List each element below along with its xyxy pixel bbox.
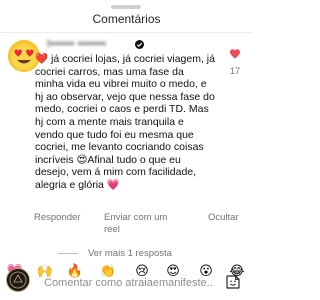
sheet-title: Comentários bbox=[92, 12, 161, 26]
heart-emoji: ❤️ bbox=[35, 53, 49, 65]
like-count: 17 bbox=[229, 66, 240, 76]
heart-eyes-emoji: 😍 bbox=[76, 153, 88, 166]
view-more-replies[interactable]: Ver mais 1 resposta bbox=[58, 247, 172, 259]
verified-badge-icon bbox=[135, 40, 144, 49]
send-with-reel-button[interactable]: Enviar com um reel bbox=[104, 212, 184, 236]
reply-button[interactable]: Responder bbox=[34, 212, 80, 224]
sheet-drag-handle[interactable] bbox=[111, 5, 141, 9]
current-user-avatar[interactable] bbox=[6, 268, 30, 292]
replies-line bbox=[58, 252, 78, 254]
like-heart-icon[interactable] bbox=[229, 48, 241, 60]
comment-text: ❤️ já cocriei lojas, já cocriei viagem, … bbox=[35, 53, 215, 192]
view-more-replies-label: Ver mais 1 resposta bbox=[88, 247, 172, 259]
hide-button[interactable]: Ocultar bbox=[208, 212, 239, 224]
gif-sticker-icon[interactable] bbox=[225, 274, 241, 290]
comments-sheet: Comentários t•••••• ••••••• ❤️ já cocrie… bbox=[0, 0, 253, 300]
commenter-username[interactable]: t•••••• ••••••• bbox=[47, 38, 106, 50]
comment-actions: Responder Enviar com um reel Ocultar bbox=[34, 212, 239, 240]
header-divider bbox=[0, 32, 253, 33]
comment-text-part: já cocriei lojas, já cocriei viagem, já … bbox=[35, 53, 215, 166]
pink-heart-emoji: 💗 bbox=[106, 178, 120, 191]
comment-input[interactable] bbox=[44, 274, 214, 292]
